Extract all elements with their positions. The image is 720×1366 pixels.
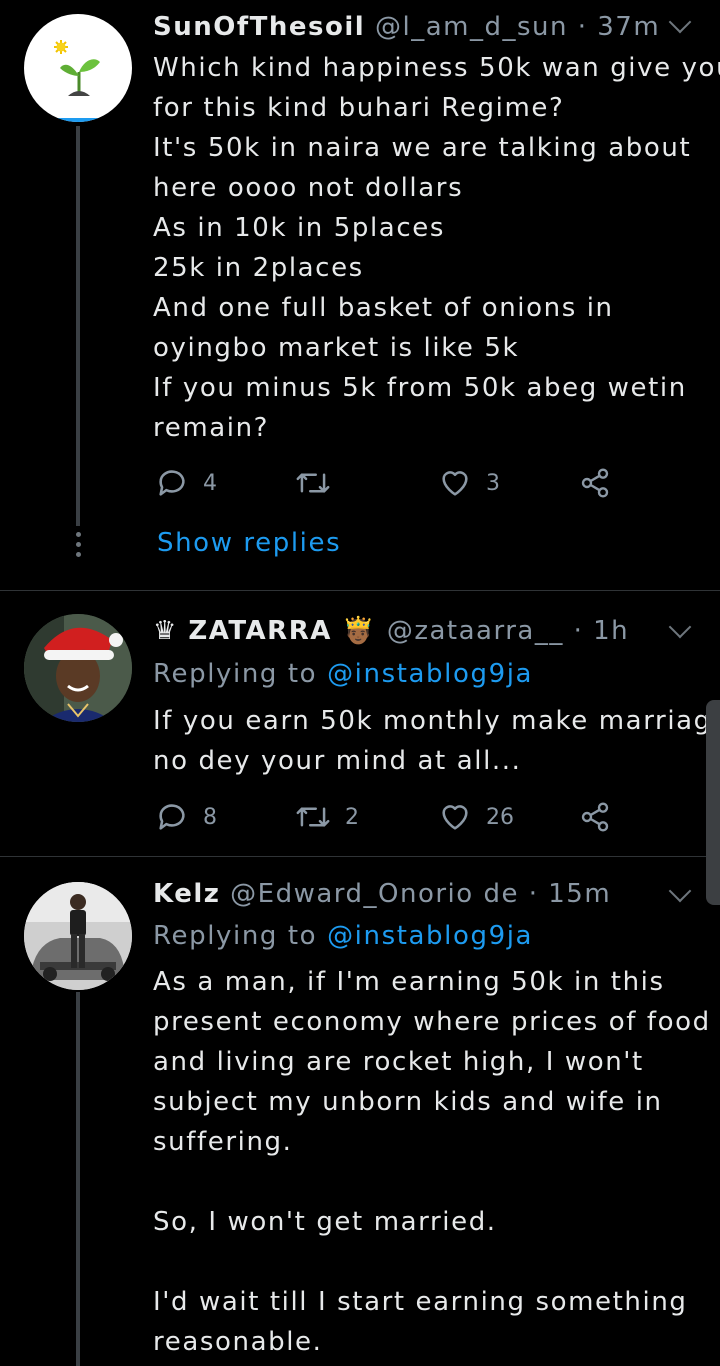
text-line: here oooo not dollars [153, 173, 464, 203]
text-line: I'd wait till I start earning something [153, 1287, 688, 1317]
reply-icon [159, 804, 185, 830]
retweet-button[interactable] [295, 463, 345, 503]
share-icon [581, 802, 609, 832]
text-line: If you earn 50k monthly make marriage [153, 706, 720, 736]
text-line: no dey your mind at all... [153, 746, 522, 776]
chevron-down-icon[interactable] [668, 615, 692, 639]
text-line: subject my unborn kids and wife in [153, 1087, 663, 1117]
tweet-kelz[interactable]: Kelz @Edward_Onorio de · 15m Replying to… [0, 857, 720, 1366]
timestamp[interactable]: · 15m [529, 879, 611, 909]
tweet-header: SunOfThesoil @l_am_d_sun · 37m [153, 12, 660, 42]
timestamp[interactable]: · 37m [578, 12, 660, 42]
heart-icon [442, 471, 468, 496]
tweet-header: ♛ ZATARRA 🤴🏾 @zataarra__ · 1h [153, 616, 629, 646]
text-line: It's 50k in naira we are talking about [153, 133, 692, 163]
retweet-button[interactable]: 2 [295, 797, 359, 837]
profile-photo [24, 882, 132, 990]
text-line: 25k in 2places [153, 253, 364, 283]
timeline: SunOfThesoil @l_am_d_sun · 37m Which kin… [0, 0, 720, 1366]
text-line: Which kind happiness 50k wan give you [153, 53, 720, 83]
text-line: oyingbo market is like 5k [153, 333, 520, 363]
tweet-zatarra[interactable]: ♛ ZATARRA 🤴🏾 @zataarra__ · 1h Replying t… [0, 591, 720, 855]
text-line: remain? [153, 413, 270, 443]
display-name[interactable]: SunOfThesoil [153, 12, 365, 42]
tweet-actions: 4 3 [155, 463, 655, 503]
tweet-text: If you earn 50k monthly make marriage no… [153, 701, 720, 781]
text-line: present economy where prices of food [153, 1007, 711, 1037]
crown-icon: ♛ [153, 616, 178, 646]
user-handle[interactable]: @l_am_d_sun [375, 12, 568, 42]
plant-sprout-icon [54, 40, 100, 122]
thread-line [76, 992, 80, 1366]
text-line: And one full basket of onions in [153, 293, 614, 323]
reply-count: 8 [203, 804, 217, 830]
avatar[interactable] [24, 614, 132, 722]
text-line: suffering. [153, 1127, 293, 1157]
text-line: If you minus 5k from 50k abeg wetin [153, 373, 687, 403]
thread-line [76, 126, 80, 526]
mention-link[interactable]: @instablog9ja [327, 659, 533, 689]
text-line: and living are rocket high, I won't [153, 1047, 644, 1077]
avatar[interactable] [24, 882, 132, 990]
replying-to: Replying to @instablog9ja [153, 659, 533, 689]
tweet-header: Kelz @Edward_Onorio de · 15m [153, 879, 611, 909]
scrollbar-thumb[interactable] [706, 700, 720, 905]
replying-label: Replying to [153, 921, 318, 951]
chevron-down-icon[interactable] [668, 10, 692, 34]
text-line: So, I won't get married. [153, 1207, 497, 1237]
like-count: 3 [486, 470, 500, 496]
replying-label: Replying to [153, 659, 318, 689]
like-button[interactable]: 3 [438, 463, 500, 503]
share-icon [581, 468, 609, 498]
like-button[interactable]: 26 [438, 797, 514, 837]
avatar[interactable] [24, 14, 132, 122]
reply-button[interactable]: 8 [155, 797, 217, 837]
retweet-count: 2 [345, 804, 359, 830]
text-line: for this kind buhari Regime? [153, 93, 565, 123]
timestamp[interactable]: · 1h [574, 616, 630, 646]
prince-emoji: 🤴🏾 [342, 616, 377, 646]
tweet-actions: 8 2 26 [155, 797, 655, 837]
thread-dots [76, 532, 82, 562]
share-button[interactable] [579, 797, 611, 837]
user-handle[interactable]: @Edward_Onorio de [230, 879, 519, 909]
tweet-sunofthesoil[interactable]: SunOfThesoil @l_am_d_sun · 37m Which kin… [0, 0, 720, 590]
heart-icon [442, 805, 468, 830]
show-replies-link[interactable]: Show replies [157, 528, 341, 558]
display-name[interactable]: ♛ ZATARRA 🤴🏾 [153, 616, 387, 646]
retweet-icon [296, 473, 330, 493]
profile-photo [24, 614, 132, 722]
display-name[interactable]: Kelz [153, 879, 220, 909]
chevron-down-icon[interactable] [668, 879, 692, 903]
retweet-icon [296, 807, 330, 827]
text-line: reasonable. [153, 1327, 323, 1357]
mention-link[interactable]: @instablog9ja [327, 921, 533, 951]
tweet-text: Which kind happiness 50k wan give you fo… [153, 48, 720, 448]
reply-icon [159, 470, 185, 496]
text-line: As a man, if I'm earning 50k in this [153, 967, 665, 997]
like-count: 26 [486, 804, 514, 830]
display-name-text: ZATARRA [188, 616, 332, 646]
user-handle[interactable]: @zataarra__ [387, 616, 564, 646]
text-line [153, 1242, 713, 1282]
share-button[interactable] [579, 463, 611, 503]
tweet-text: As a man, if I'm earning 50k in this pre… [153, 962, 713, 1362]
reply-button[interactable]: 4 [155, 463, 217, 503]
reply-count: 4 [203, 470, 217, 496]
replying-to: Replying to @instablog9ja [153, 921, 533, 951]
text-line: As in 10k in 5places [153, 213, 445, 243]
text-line [153, 1162, 713, 1202]
